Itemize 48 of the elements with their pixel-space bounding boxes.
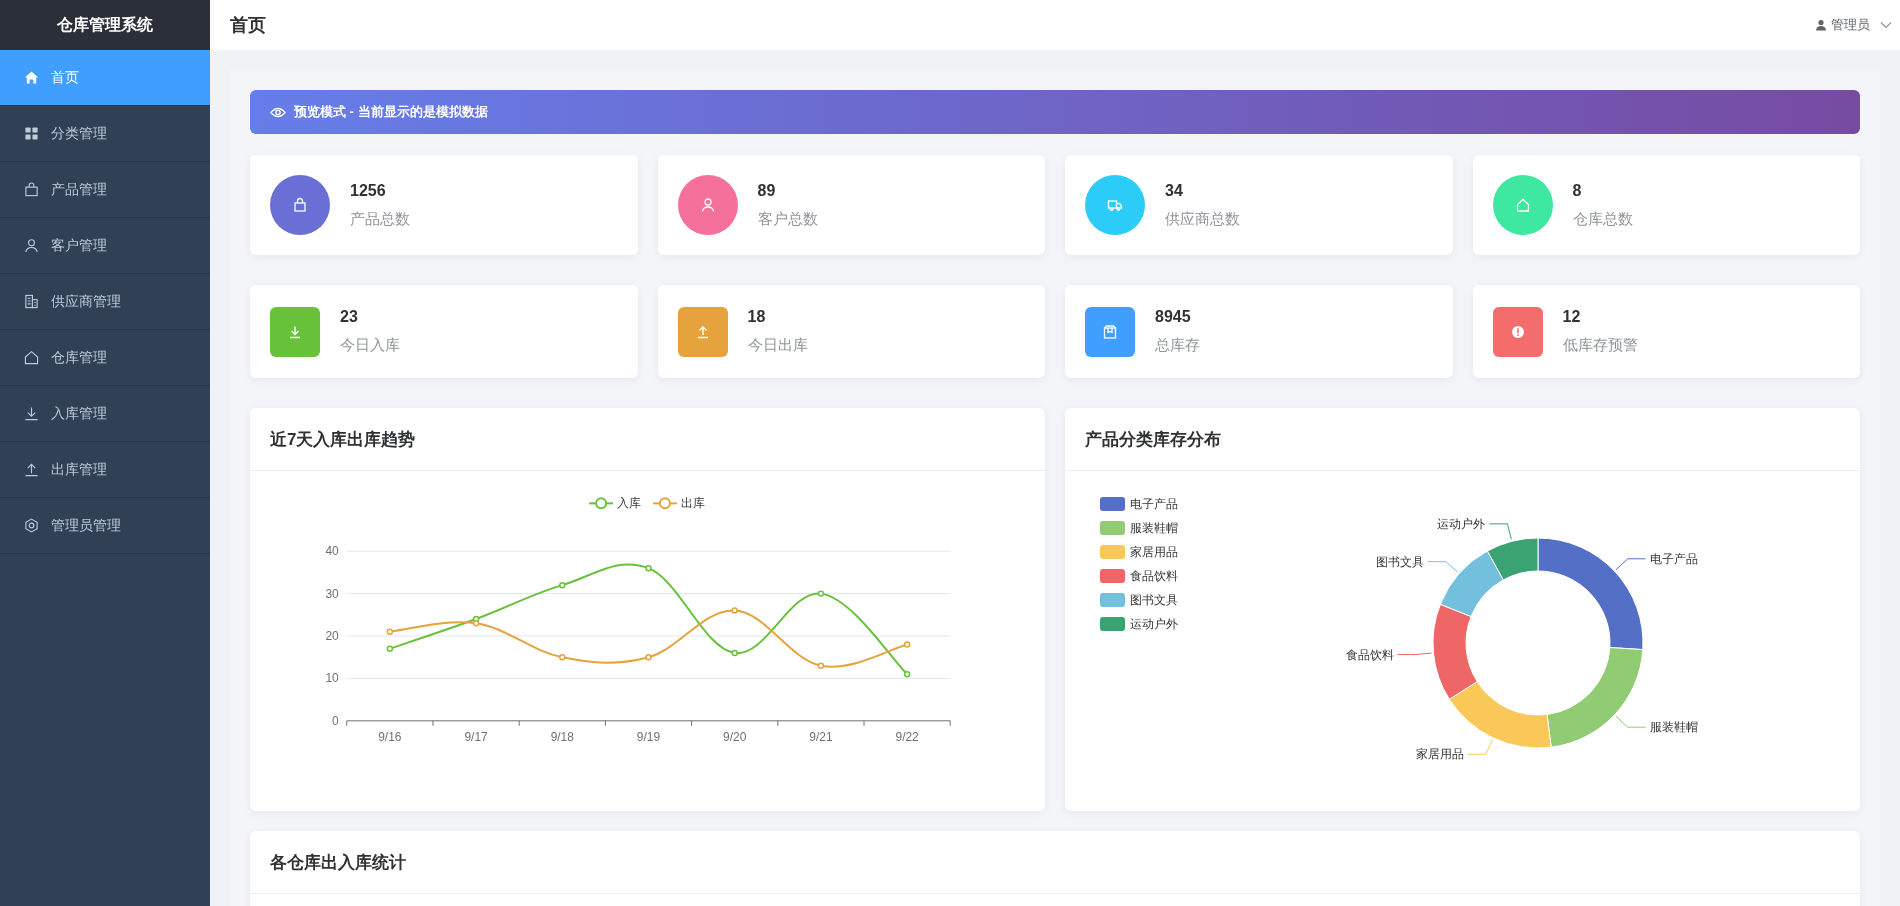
x-axis-label: 9/21 <box>809 729 833 744</box>
stat-value: 18 <box>747 308 767 326</box>
card-title: 近7天入库出库趋势 <box>270 428 416 451</box>
slice-label: 图书文具 <box>1375 554 1424 569</box>
slice-label: 食品饮料 <box>1345 647 1394 662</box>
card-title: 各仓库出入库统计 <box>270 851 406 874</box>
slice-label: 运动户外 <box>1437 516 1486 531</box>
y-tick-label: 40 <box>325 544 340 559</box>
stat-label: 总库存 <box>1155 336 1200 355</box>
legend-label: 出库 <box>680 496 705 511</box>
page-title: 首页 <box>230 14 266 37</box>
y-tick-label: 30 <box>325 586 340 601</box>
stat-label: 今日入库 <box>340 336 400 355</box>
legend-label: 入库 <box>617 496 642 511</box>
stat-value: 8945 <box>1155 308 1192 326</box>
legend-label: 服装鞋帽 <box>1130 521 1178 535</box>
x-axis-label: 9/22 <box>895 729 919 744</box>
stat-label: 仓库总数 <box>1572 209 1633 229</box>
legend-label: 运动户外 <box>1130 617 1178 631</box>
stat-label: 低库存预警 <box>1562 336 1638 355</box>
y-tick-label: 10 <box>325 671 340 686</box>
legend-label: 图书文具 <box>1130 593 1178 607</box>
stat-label: 产品总数 <box>350 209 410 229</box>
slice-label: 家居用品 <box>1415 747 1464 762</box>
slice-label: 电子产品 <box>1649 551 1698 566</box>
y-tick-label: 20 <box>325 629 340 643</box>
stat-label: 供应商总数 <box>1165 209 1240 229</box>
stat-label: 今日出库 <box>747 336 808 355</box>
legend-label: 食品饮料 <box>1130 569 1178 583</box>
card-title: 产品分类库存分布 <box>1085 428 1221 451</box>
x-axis-label: 9/19 <box>636 729 661 744</box>
legend-label: 家居用品 <box>1130 545 1178 559</box>
stat-value: 1256 <box>350 181 387 200</box>
banner-text: 预览模式 - 当前显示的是模拟数据 <box>294 103 488 121</box>
stat-value: 89 <box>757 181 777 200</box>
slice-label: 服装鞋帽 <box>1649 720 1698 735</box>
y-tick-label: 0 <box>332 713 340 728</box>
x-axis-label: 9/17 <box>464 729 488 744</box>
app-title: 仓库管理系统 <box>0 0 210 50</box>
x-axis-label: 9/20 <box>723 729 747 744</box>
stat-value: 8 <box>1572 181 1583 200</box>
stat-value: 23 <box>340 308 359 326</box>
stat-value: 12 <box>1562 308 1582 326</box>
x-axis-label: 9/16 <box>378 729 402 744</box>
stat-label: 客户总数 <box>757 209 818 229</box>
legend-label: 电子产品 <box>1130 497 1178 511</box>
x-axis-label: 9/18 <box>550 729 574 744</box>
stat-value: 34 <box>1165 181 1184 200</box>
